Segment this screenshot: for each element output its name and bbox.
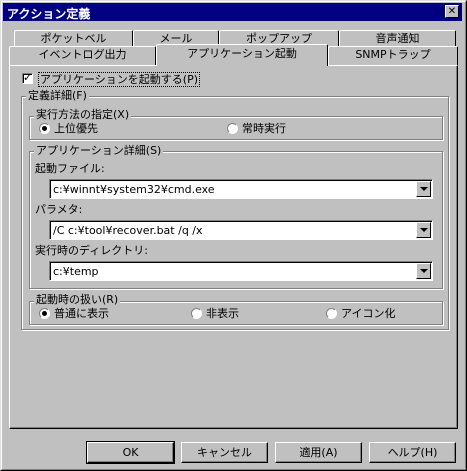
workdir-value: c:¥temp [53, 265, 99, 278]
app-detail-label: アプリケーション詳細(S) [34, 144, 164, 157]
tab-snmp[interactable]: SNMPトラップ [328, 46, 458, 65]
chevron-down-icon[interactable] [416, 222, 431, 238]
startup-icon-label[interactable]: アイコン化 [341, 307, 395, 320]
chevron-down-icon[interactable] [416, 263, 431, 279]
cancel-button[interactable]: キャンセル [181, 442, 268, 463]
startup-file-value: c:¥winnt¥system32¥cmd.exe [53, 183, 215, 196]
startup-hidden-label[interactable]: 非表示 [206, 307, 239, 320]
launch-app-checkbox[interactable]: ✓ [22, 71, 33, 84]
apply-button[interactable]: 適用(A) [275, 442, 362, 463]
exec-priority-label[interactable]: 上位優先 [54, 122, 98, 135]
tab-eventlog[interactable]: イベントログ出力 [9, 46, 156, 65]
parameter-label: パラメタ: [35, 203, 83, 216]
workdir-label: 実行時のディレクトリ: [35, 244, 148, 257]
exec-always-radio[interactable] [227, 123, 238, 134]
launch-app-label[interactable]: アプリケーションを起動する(P) [38, 72, 200, 87]
check-icon: ✓ [23, 71, 33, 84]
definition-group-label: 定義詳細(F) [26, 89, 89, 102]
window-title: アクション定義 [7, 7, 91, 21]
startup-mode-label: 起動時の扱い(R) [34, 293, 121, 306]
tab-pocketbell[interactable]: ポケットベル [14, 30, 133, 46]
dialog-window: アクション定義 ✕ ポケットベル メール ポップアップ 音声通知 イベントログ出… [0, 0, 467, 471]
help-button[interactable]: ヘルプ(H) [369, 442, 456, 463]
chevron-down-icon[interactable] [416, 181, 431, 197]
exec-method-label: 実行方法の指定(X) [34, 108, 132, 121]
tab-app-launch[interactable]: アプリケーション起動 [156, 44, 328, 66]
exec-always-label[interactable]: 常時実行 [242, 122, 286, 135]
workdir-combo[interactable]: c:¥temp [49, 261, 433, 281]
startup-normal-radio[interactable] [39, 308, 50, 319]
close-button[interactable]: ✕ [445, 5, 459, 18]
startup-file-combo[interactable]: c:¥winnt¥system32¥cmd.exe [49, 179, 433, 199]
title-bar[interactable]: アクション定義 ✕ [3, 3, 462, 21]
parameter-value: /C c:¥tool¥recover.bat /q /x [53, 224, 203, 237]
startup-icon-radio[interactable] [326, 308, 337, 319]
tab-voice[interactable]: 音声通知 [339, 30, 456, 46]
close-icon: ✕ [447, 6, 457, 17]
ok-button[interactable]: OK [86, 441, 175, 464]
startup-file-label: 起動ファイル: [35, 162, 105, 175]
parameter-combo[interactable]: /C c:¥tool¥recover.bat /q /x [49, 220, 433, 240]
exec-priority-radio[interactable] [39, 123, 50, 134]
startup-hidden-radio[interactable] [191, 308, 202, 319]
startup-normal-label[interactable]: 普通に表示 [54, 307, 109, 320]
